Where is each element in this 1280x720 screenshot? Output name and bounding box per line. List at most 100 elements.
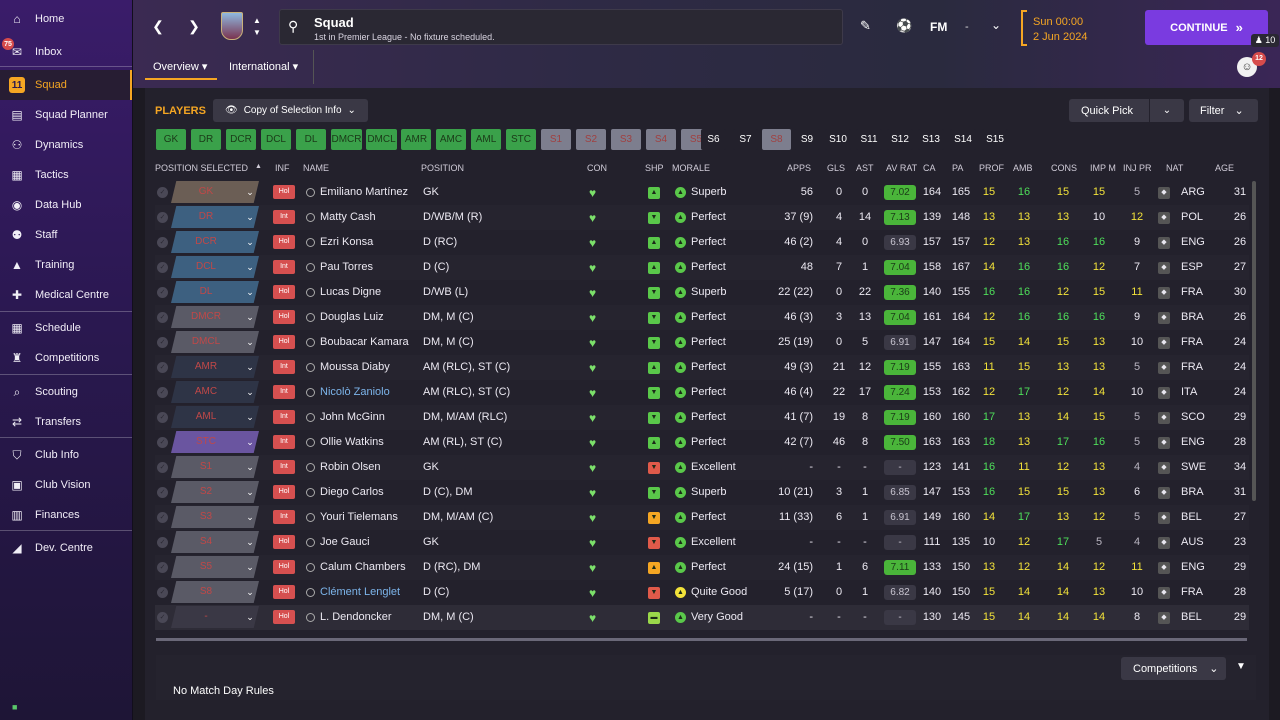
position-chip-amc[interactable]: AMC bbox=[436, 129, 466, 150]
column-header-ca[interactable]: CA bbox=[923, 163, 936, 173]
fm-label[interactable]: FM bbox=[930, 20, 947, 34]
select-checkbox[interactable]: ✓ bbox=[157, 262, 168, 273]
position-chip-stc[interactable]: STC bbox=[506, 129, 536, 150]
page-title-bar[interactable]: ⚲ Squad 1st in Premier League - No fixtu… bbox=[279, 9, 843, 45]
column-header-pa[interactable]: PA bbox=[952, 163, 963, 173]
position-chip-s15[interactable]: S15 bbox=[982, 129, 1008, 150]
column-header-amb[interactable]: AMB bbox=[1013, 163, 1033, 173]
back-arrow-icon[interactable]: ❮ bbox=[148, 18, 168, 38]
column-header-position-selected[interactable]: POSITION SELECTED bbox=[155, 163, 248, 173]
position-chip-s1[interactable]: S1 bbox=[541, 129, 571, 150]
sidebar-item-staff[interactable]: ⚉ Staff bbox=[0, 220, 132, 250]
select-checkbox[interactable]: ✓ bbox=[157, 462, 168, 473]
column-header-shp[interactable]: SHP bbox=[645, 163, 664, 173]
club-up-icon[interactable]: ▲ bbox=[250, 16, 264, 26]
position-chip-dr[interactable]: DR bbox=[191, 129, 221, 150]
table-row[interactable]: ✓ AML ⌄ Int John McGinn DM, M/AM (RLC) ♥ ▼ ▲ Perf… bbox=[155, 405, 1249, 430]
column-header-con[interactable]: CON bbox=[587, 163, 607, 173]
position-selector[interactable]: S5 ⌄ bbox=[171, 556, 259, 578]
column-header-gls[interactable]: GLS bbox=[827, 163, 845, 173]
position-selector[interactable]: S2 ⌄ bbox=[171, 481, 259, 503]
sidebar-item-data-hub[interactable]: ◉ Data Hub bbox=[0, 190, 132, 220]
table-row[interactable]: ✓ S5 ⌄ Hol Calum Chambers D (RC), DM ♥ ▲ ▲ Perfec… bbox=[155, 555, 1249, 580]
position-chip-s14[interactable]: S14 bbox=[950, 129, 976, 150]
table-row[interactable]: ✓ AMR ⌄ Int Moussa Diaby AM (RLC), ST (C) ♥ ▲ ▲ P… bbox=[155, 355, 1249, 380]
sidebar-item-club-info[interactable]: ⛉ Club Info bbox=[0, 440, 132, 470]
select-checkbox[interactable]: ✓ bbox=[157, 412, 168, 423]
position-selector[interactable]: S3 ⌄ bbox=[171, 506, 259, 528]
player-name[interactable]: Emiliano Martínez bbox=[320, 180, 408, 205]
player-name[interactable]: Douglas Luiz bbox=[320, 305, 384, 330]
column-header-cons[interactable]: CONS bbox=[1051, 163, 1077, 173]
sidebar-item-medical-centre[interactable]: ✚ Medical Centre bbox=[0, 280, 132, 310]
position-chip-dcl[interactable]: DCL bbox=[261, 129, 291, 150]
player-name[interactable]: Boubacar Kamara bbox=[320, 330, 409, 355]
position-chip-dl[interactable]: DL bbox=[296, 129, 326, 150]
position-chip-s8[interactable]: S8 bbox=[762, 129, 791, 150]
table-row[interactable]: ✓ DMCR ⌄ Hol Douglas Luiz DM, M (C) ♥ ▼ ▲ Perfect… bbox=[155, 305, 1249, 330]
position-chip-s13[interactable]: S13 bbox=[918, 129, 944, 150]
club-down-icon[interactable]: ▼ bbox=[250, 28, 264, 38]
sidebar-item-dev-centre[interactable]: ◢ Dev. Centre bbox=[0, 533, 132, 563]
select-checkbox[interactable]: ✓ bbox=[157, 537, 168, 548]
column-header-ast[interactable]: AST bbox=[856, 163, 874, 173]
continue-button[interactable]: CONTINUE » bbox=[1145, 10, 1268, 45]
select-checkbox[interactable]: ✓ bbox=[157, 512, 168, 523]
table-row[interactable]: ✓ DL ⌄ Hol Lucas Digne D/WB (L) ♥ ▼ ▲ Superb 22 (2… bbox=[155, 280, 1249, 305]
player-name[interactable]: Robin Olsen bbox=[320, 455, 381, 480]
select-checkbox[interactable]: ✓ bbox=[157, 612, 168, 623]
select-checkbox[interactable]: ✓ bbox=[157, 212, 168, 223]
column-header-age[interactable]: AGE bbox=[1215, 163, 1234, 173]
position-selector[interactable]: DCR ⌄ bbox=[171, 231, 259, 253]
sidebar-item-finances[interactable]: ▥ Finances bbox=[0, 500, 132, 530]
tab-international[interactable]: International ▾ bbox=[229, 60, 298, 73]
position-chip-aml[interactable]: AML bbox=[471, 129, 501, 150]
position-chip-dmcl[interactable]: DMCL bbox=[366, 129, 397, 150]
position-selector[interactable]: STC ⌄ bbox=[171, 431, 259, 453]
player-name[interactable]: Ezri Konsa bbox=[320, 230, 373, 255]
position-selector[interactable]: GK ⌄ bbox=[171, 181, 259, 203]
position-selector[interactable]: S8 ⌄ bbox=[171, 581, 259, 603]
sidebar-item-tactics[interactable]: ▦ Tactics bbox=[0, 160, 132, 190]
position-chip-s12[interactable]: S12 bbox=[887, 129, 913, 150]
table-row[interactable]: ✓ S3 ⌄ Int Youri Tielemans DM, M/AM (C) ♥ ▼ ▲ Per… bbox=[155, 505, 1249, 530]
position-selector[interactable]: DCL ⌄ bbox=[171, 256, 259, 278]
position-selector[interactable]: AMC ⌄ bbox=[171, 381, 259, 403]
column-header-prof[interactable]: PROF bbox=[979, 163, 1004, 173]
table-row[interactable]: ✓ DCL ⌄ Int Pau Torres D (C) ♥ ▲ ▲ Perfect 48 7 1 7.0… bbox=[155, 255, 1249, 280]
quick-pick-button[interactable]: Quick Pick ⌄ bbox=[1069, 99, 1184, 122]
sidebar-item-club-vision[interactable]: ▣ Club Vision bbox=[0, 470, 132, 500]
player-name[interactable]: Diego Carlos bbox=[320, 480, 384, 505]
sidebar-item-inbox[interactable]: ✉ Inbox bbox=[0, 37, 132, 67]
position-chip-s6[interactable]: S6 bbox=[701, 129, 726, 150]
sidebar-item-scouting[interactable]: ⌕ Scouting bbox=[0, 377, 132, 407]
select-checkbox[interactable]: ✓ bbox=[157, 562, 168, 573]
position-chip-amr[interactable]: AMR bbox=[401, 129, 431, 150]
sidebar-item-training[interactable]: ▲ Training bbox=[0, 250, 132, 280]
table-row[interactable]: ✓ DCR ⌄ Hol Ezri Konsa D (RC) ♥ ▲ ▲ Perfect 46 (2)… bbox=[155, 230, 1249, 255]
position-chip-gk[interactable]: GK bbox=[156, 129, 186, 150]
select-checkbox[interactable]: ✓ bbox=[157, 437, 168, 448]
position-selector[interactable]: DMCR ⌄ bbox=[171, 306, 259, 328]
column-header-morale[interactable]: MORALE bbox=[672, 163, 710, 173]
player-name[interactable]: Ollie Watkins bbox=[320, 430, 384, 455]
select-checkbox[interactable]: ✓ bbox=[157, 287, 168, 298]
sidebar-item-schedule[interactable]: ▦ Schedule bbox=[0, 313, 132, 343]
club-crest[interactable] bbox=[221, 12, 243, 40]
position-selector[interactable]: DL ⌄ bbox=[171, 281, 259, 303]
tab-overview[interactable]: Overview ▾ bbox=[153, 60, 207, 73]
position-chip-s9[interactable]: S9 bbox=[794, 129, 820, 150]
position-selector[interactable]: S4 ⌄ bbox=[171, 531, 259, 553]
table-row[interactable]: ✓ DMCL ⌄ Hol Boubacar Kamara DM, M (C) ♥ ▼ ▲ Perf… bbox=[155, 330, 1249, 355]
sort-asc-icon[interactable]: ▲ bbox=[255, 163, 262, 170]
select-checkbox[interactable]: ✓ bbox=[157, 487, 168, 498]
position-chip-dcr[interactable]: DCR bbox=[226, 129, 256, 150]
column-header-position[interactable]: POSITION bbox=[421, 163, 464, 173]
position-chip-s4[interactable]: S4 bbox=[646, 129, 676, 150]
column-header-apps[interactable]: APPS bbox=[787, 163, 811, 173]
select-checkbox[interactable]: ✓ bbox=[157, 187, 168, 198]
position-selector[interactable]: DMCL ⌄ bbox=[171, 331, 259, 353]
table-row[interactable]: ✓ S1 ⌄ Int Robin Olsen GK ♥ ▼ ▲ Excellent - - - -123 1… bbox=[155, 455, 1249, 480]
position-chip-s7[interactable]: S7 bbox=[733, 129, 758, 150]
sidebar-item-transfers[interactable]: ⇄ Transfers bbox=[0, 407, 132, 437]
